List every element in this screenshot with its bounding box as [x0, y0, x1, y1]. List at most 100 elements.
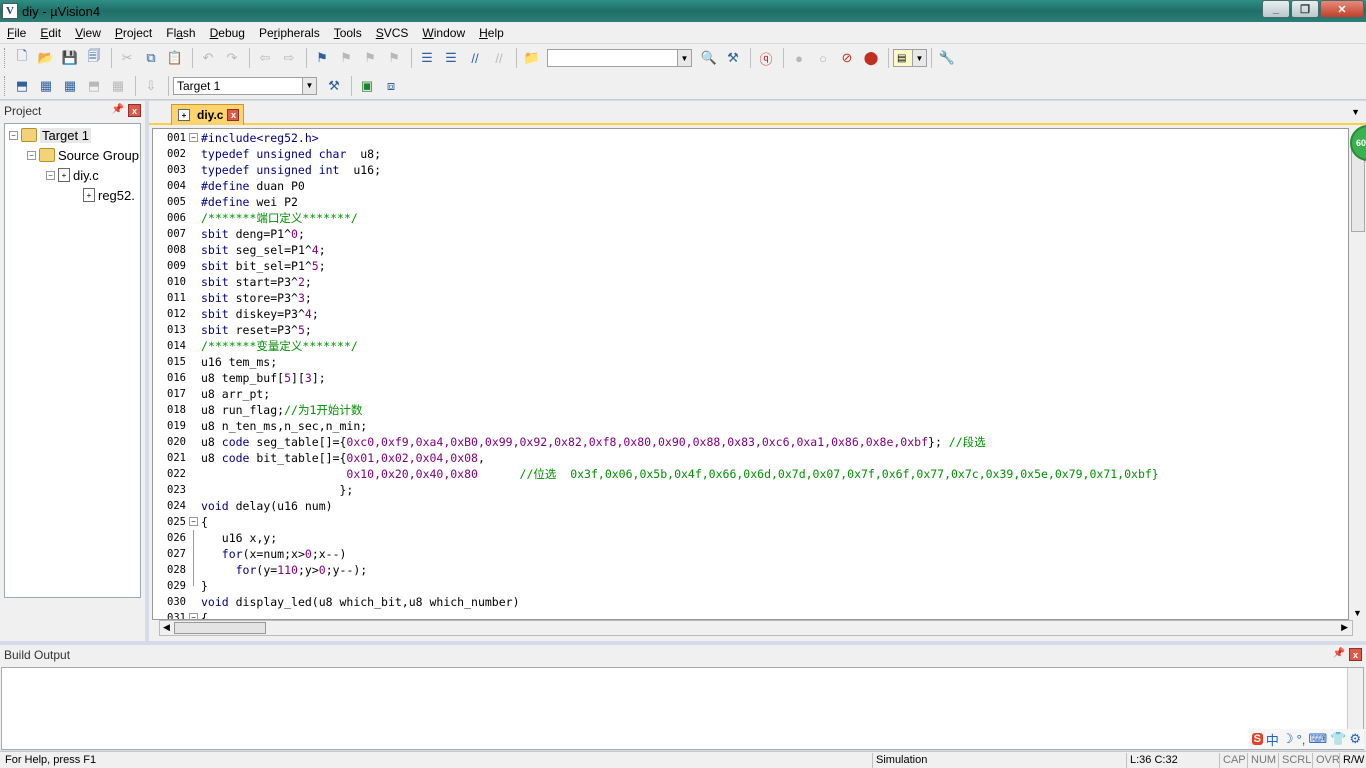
menu-item-project[interactable]: Project [108, 23, 159, 43]
build-icon[interactable]: ▦ [35, 75, 57, 97]
comment-icon[interactable]: // [464, 47, 486, 69]
new-file-icon[interactable]: 🗋 [11, 47, 33, 69]
next-bookmark-icon[interactable]: ⚑ [359, 47, 381, 69]
indent-icon[interactable]: ☰ [416, 47, 438, 69]
menu-item-tools[interactable]: Tools [327, 23, 369, 43]
editor-vertical-scrollbar[interactable]: ▼ [1350, 128, 1366, 620]
code-line: sbit diskey=P3^4; [201, 306, 319, 322]
scroll-down-icon[interactable]: ▼ [1353, 608, 1362, 618]
chevron-down-icon[interactable]: ▼ [677, 50, 691, 66]
cut-icon[interactable]: ✂ [116, 47, 138, 69]
collapse-icon[interactable]: − [9, 130, 18, 140]
pin-icon[interactable]: 📌 [1333, 648, 1345, 661]
translate-icon[interactable]: ⬒ [11, 75, 33, 97]
fold-toggle-icon[interactable]: − [189, 613, 198, 619]
tab-diy-c[interactable]: + diy.c x [171, 104, 245, 125]
code-editor[interactable]: 001−002 003 004 005 006 007 008 009 010 011 012 013… [152, 128, 1349, 620]
tree-node-source-group[interactable]: − Source Group [27, 146, 139, 164]
copy-icon[interactable]: ⧉ [140, 47, 162, 69]
menu-item-flash[interactable]: Flash [159, 23, 202, 43]
clear-bookmarks-icon[interactable]: ⚑ [383, 47, 405, 69]
kill-all-breakpoints-icon[interactable]: ⬤ [860, 47, 882, 69]
rebuild-icon[interactable]: ▦ [59, 75, 81, 97]
menu-item-window[interactable]: Window [415, 23, 472, 43]
sogou-logo-icon[interactable]: S [1251, 733, 1263, 745]
manage-components-icon[interactable]: ▣ [356, 75, 378, 97]
close-button[interactable]: ✕ [1320, 0, 1364, 18]
find-combo[interactable]: ▼ [547, 49, 692, 67]
bookmark-icon[interactable]: ⚑ [311, 47, 333, 69]
close-tab-icon[interactable]: x [227, 109, 240, 121]
ime-icon[interactable]: °, [1297, 732, 1306, 747]
find-icon[interactable]: 🔍 [698, 47, 720, 69]
collapse-icon[interactable]: − [27, 150, 36, 160]
find-in-files-icon[interactable]: 📁 [521, 47, 543, 69]
menu-label-part: V [75, 25, 83, 40]
redo-icon[interactable]: ↷ [221, 47, 243, 69]
close-icon[interactable]: x [1349, 648, 1362, 661]
ime-icon[interactable]: ⌨ [1308, 731, 1327, 747]
uncomment-icon[interactable]: // [488, 47, 510, 69]
nav-forward-icon[interactable]: ⇨ [278, 47, 300, 69]
stop-build-icon[interactable]: ▦ [107, 75, 129, 97]
menu-item-svcs[interactable]: SVCS [369, 23, 416, 43]
save-all-icon[interactable]: 🗐 [83, 47, 105, 69]
target-options-icon[interactable]: ⚒ [323, 75, 345, 97]
menu-item-help[interactable]: Help [472, 23, 511, 43]
download-icon[interactable]: ⇩ [140, 75, 162, 97]
incremental-find-icon[interactable]: ⚒ [722, 47, 744, 69]
fold-toggle-icon[interactable]: − [189, 517, 198, 526]
window-layout-button[interactable]: ▤ ▼ [893, 49, 927, 67]
pin-icon[interactable]: 📌 [112, 104, 124, 117]
chevron-down-icon[interactable]: ▼ [912, 50, 926, 66]
menu-item-view[interactable]: View [68, 23, 108, 43]
debug-session-icon[interactable]: ⓠ [755, 47, 777, 69]
save-icon[interactable]: 💾 [59, 47, 81, 69]
minimize-button[interactable]: _ [1262, 0, 1290, 18]
tree-node-diy-c[interactable]: − + diy.c [46, 166, 99, 184]
fold-toggle-icon[interactable]: − [189, 133, 198, 142]
file-extensions-icon[interactable]: ⧈ [380, 75, 402, 97]
build-output-text[interactable] [1, 667, 1364, 750]
ime-icon[interactable]: ⚙ [1349, 731, 1361, 747]
collapse-icon[interactable]: − [46, 170, 55, 180]
code-token: delay(u16 num) [228, 499, 333, 513]
batch-build-icon[interactable]: ⬒ [83, 75, 105, 97]
undo-icon[interactable]: ↶ [197, 47, 219, 69]
maximize-button[interactable]: ❐ [1291, 0, 1319, 18]
menu-item-peripherals[interactable]: Peripherals [252, 23, 327, 43]
ime-icon[interactable]: ☽ [1282, 731, 1294, 747]
code-token: void [201, 499, 229, 513]
paste-icon[interactable]: 📋 [164, 47, 186, 69]
nav-back-icon[interactable]: ⇦ [254, 47, 276, 69]
tab-list-chevron-icon[interactable]: ▼ [1351, 107, 1360, 117]
code-token: #define [201, 195, 250, 209]
target-select[interactable]: Target 1 ▼ [173, 76, 317, 95]
scroll-right-icon[interactable]: ▶ [1341, 622, 1348, 633]
breakpoint-icon[interactable]: ● [788, 47, 810, 69]
prev-bookmark-icon[interactable]: ⚑ [335, 47, 357, 69]
menu-item-debug[interactable]: Debug [203, 23, 252, 43]
ime-icon[interactable]: 👕 [1330, 731, 1346, 747]
ime-icon[interactable]: 中 [1266, 730, 1279, 749]
unindent-icon[interactable]: ☰ [440, 47, 462, 69]
toolbar-grip[interactable] [4, 75, 7, 96]
line-number: 007 [167, 228, 186, 240]
toolbar-grip[interactable] [4, 48, 7, 68]
scroll-left-icon[interactable]: ◀ [163, 622, 170, 633]
disable-all-breakpoints-icon[interactable]: ⊘ [836, 47, 858, 69]
open-folder-icon[interactable]: 📂 [35, 47, 57, 69]
code-token: 4 [311, 243, 319, 257]
tree-node-target[interactable]: − Target 1 [9, 126, 91, 144]
menu-item-edit[interactable]: Edit [33, 23, 68, 43]
tree-node-reg52[interactable]: + reg52. [83, 186, 135, 204]
configure-icon[interactable]: 🔧 [936, 47, 958, 69]
scrollbar-thumb[interactable] [174, 622, 266, 634]
close-icon[interactable]: x [128, 104, 141, 117]
menu-item-file[interactable]: File [0, 23, 33, 43]
code-line: void delay(u16 num) [201, 498, 333, 514]
disable-breakpoint-icon[interactable]: ○ [812, 47, 834, 69]
editor-horizontal-scrollbar[interactable]: ◀ ▶ [159, 620, 1353, 636]
chevron-down-icon[interactable]: ▼ [302, 77, 316, 94]
fold-guide [193, 530, 194, 586]
